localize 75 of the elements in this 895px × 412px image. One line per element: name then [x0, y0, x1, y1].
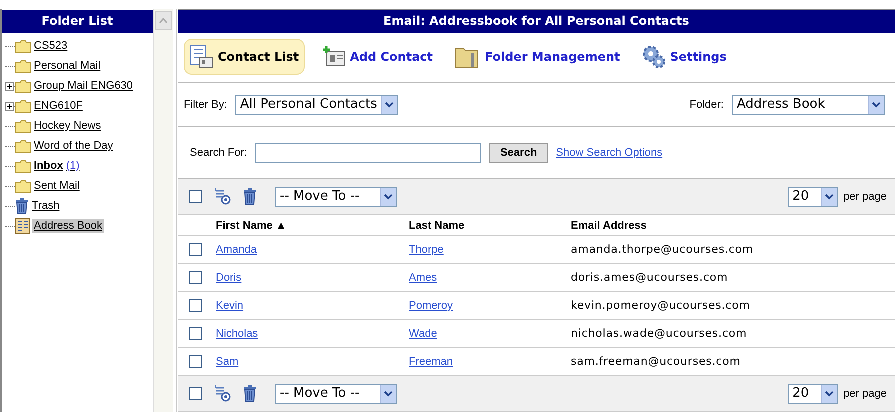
- folder-icon: [15, 120, 31, 132]
- folder-item[interactable]: Personal Mail: [32, 59, 103, 73]
- folder-icon: [15, 80, 31, 92]
- email-cell: amanda.thorpe@ucourses.com: [571, 243, 754, 256]
- search-field[interactable]: [255, 142, 482, 163]
- trash-icon[interactable]: [243, 385, 257, 402]
- first-name-link[interactable]: Kevin: [216, 300, 244, 312]
- contact-list-icon: [190, 45, 214, 70]
- contact-email-icon[interactable]: [214, 188, 231, 205]
- window-title: Email: Addressbook for All Personal Contacts: [178, 10, 895, 33]
- folder-item[interactable]: Inbox (1): [32, 159, 82, 173]
- search-button[interactable]: Search: [489, 142, 548, 163]
- first-name-link[interactable]: Amanda: [216, 244, 257, 256]
- first-name-link[interactable]: Doris: [216, 272, 242, 284]
- tab[interactable]: Folder Management: [450, 40, 626, 74]
- email-cell: nicholas.wade@ucourses.com: [571, 327, 748, 340]
- email-cell: sam.freeman@ucourses.com: [571, 355, 741, 368]
- row-checkbox[interactable]: [189, 243, 202, 256]
- move-to-dropdown[interactable]: -- Move To --: [275, 384, 397, 404]
- folder-icon: [15, 180, 31, 192]
- search-label: Search For:: [190, 146, 248, 159]
- row-checkbox[interactable]: [189, 355, 202, 368]
- row-checkbox[interactable]: [189, 271, 202, 284]
- folder-item[interactable]: Trash: [30, 199, 62, 213]
- settings-icon: [642, 45, 666, 70]
- trash-icon[interactable]: [243, 188, 257, 205]
- trash-icon: [15, 198, 29, 214]
- folder-item[interactable]: Sent Mail: [32, 179, 82, 193]
- expand-icon[interactable]: [5, 102, 14, 110]
- folder-icon: [15, 100, 31, 112]
- add-contact-icon: [322, 46, 346, 68]
- last-name-link[interactable]: Freeman: [409, 356, 454, 368]
- email-cell: kevin.pomeroy@ucourses.com: [571, 299, 750, 312]
- column-header[interactable]: Last Name: [409, 220, 465, 232]
- first-name-link[interactable]: Nicholas: [216, 328, 258, 340]
- tab[interactable]: Settings: [637, 40, 732, 74]
- contact-email-icon[interactable]: [214, 385, 231, 402]
- tab[interactable]: Add Contact: [317, 41, 438, 74]
- folder-icon: [15, 140, 31, 152]
- expand-icon[interactable]: [5, 82, 14, 90]
- scrollbar[interactable]: [153, 9, 173, 412]
- column-header[interactable]: First Name ▲: [216, 220, 287, 232]
- folder-item[interactable]: Group Mail ENG630: [32, 79, 136, 93]
- folder-item[interactable]: Hockey News: [32, 119, 104, 133]
- folder-dropdown[interactable]: Address Book: [732, 94, 885, 115]
- last-name-link[interactable]: Ames: [409, 272, 438, 284]
- tab[interactable]: Contact List: [184, 39, 306, 76]
- per-page-dropdown[interactable]: 20: [788, 384, 838, 404]
- column-header[interactable]: Email Address: [571, 220, 648, 232]
- per-page-label: per page: [844, 388, 887, 400]
- per-page-label: per page: [844, 190, 887, 202]
- per-page-dropdown[interactable]: 20: [788, 186, 838, 206]
- select-all-checkbox[interactable]: [189, 190, 202, 203]
- last-name-link[interactable]: Thorpe: [409, 244, 444, 256]
- search-options-link[interactable]: Show Search Options: [556, 146, 663, 159]
- row-checkbox[interactable]: [189, 299, 202, 312]
- folder-icon: [15, 40, 31, 52]
- folder-item[interactable]: Word of the Day: [32, 139, 116, 153]
- filter-dropdown[interactable]: All Personal Contacts: [235, 94, 398, 115]
- folder-icon: [15, 60, 31, 72]
- folder-item[interactable]: Address Book: [32, 219, 104, 233]
- first-name-link[interactable]: Sam: [216, 356, 239, 368]
- last-name-link[interactable]: Pomeroy: [409, 300, 454, 312]
- move-to-dropdown[interactable]: -- Move To --: [275, 186, 397, 206]
- folder-icon: [15, 160, 31, 172]
- select-all-checkbox[interactable]: [189, 387, 202, 400]
- address-book-icon: [15, 218, 31, 234]
- email-cell: doris.ames@ucourses.com: [571, 271, 728, 284]
- row-checkbox[interactable]: [189, 327, 202, 340]
- folder-item[interactable]: ENG610F: [32, 99, 85, 113]
- filter-label: Filter By:: [184, 98, 228, 111]
- sidebar-title: Folder List: [2, 10, 153, 33]
- folder-item[interactable]: CS523: [32, 39, 70, 53]
- folder-label: Folder:: [690, 98, 724, 111]
- last-name-link[interactable]: Wade: [409, 328, 438, 340]
